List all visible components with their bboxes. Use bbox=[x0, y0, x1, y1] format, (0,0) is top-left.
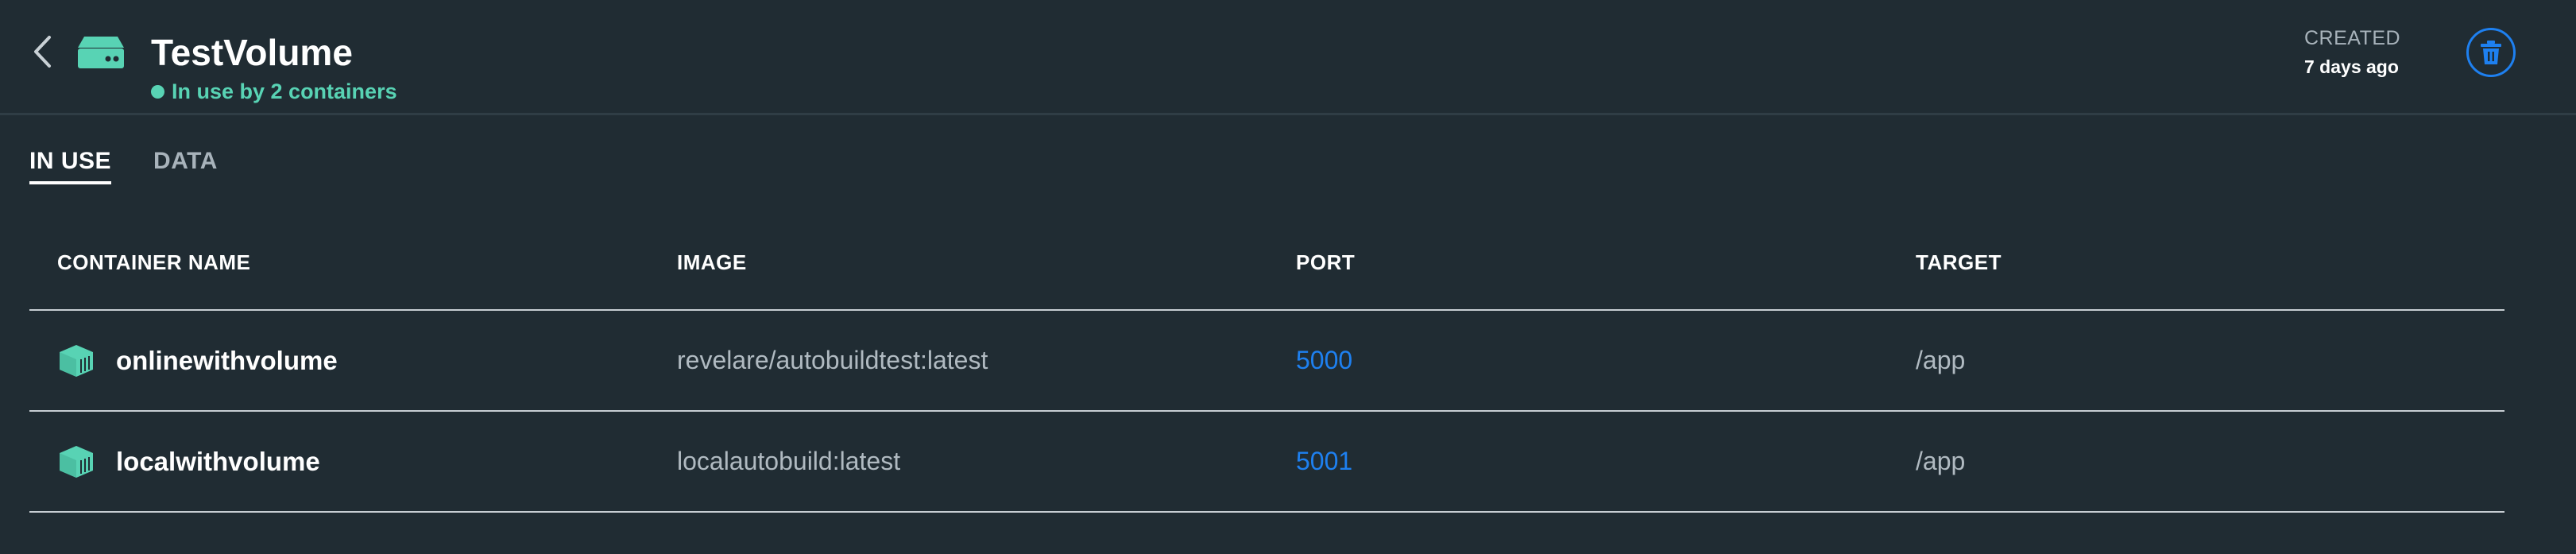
column-header-image: IMAGE bbox=[677, 250, 747, 274]
target-cell: /app bbox=[1916, 346, 1966, 374]
status-text: In use by 2 containers bbox=[172, 79, 397, 103]
column-header-container-name: CONTAINER NAME bbox=[57, 250, 251, 274]
created-value: 7 days ago bbox=[2304, 56, 2399, 77]
status-dot-icon bbox=[151, 85, 164, 99]
page-title: TestVolume bbox=[151, 32, 353, 73]
status-indicator: In use by 2 containers bbox=[151, 79, 397, 104]
volume-header: TestVolume In use by 2 containers CREATE… bbox=[0, 0, 2576, 115]
tab-in-use[interactable]: IN USE bbox=[29, 148, 112, 184]
image-cell: localautobuild:latest bbox=[677, 447, 901, 475]
volume-drive-icon bbox=[78, 37, 124, 68]
back-button[interactable] bbox=[24, 32, 60, 72]
tab-bar: IN USE DATA bbox=[29, 148, 260, 184]
created-label: CREATED bbox=[2304, 27, 2401, 49]
container-name[interactable]: onlinewithvolume bbox=[116, 346, 338, 376]
table-row[interactable]: localwithvolume localautobuild:latest 50… bbox=[29, 412, 2504, 513]
tab-data[interactable]: DATA bbox=[153, 148, 218, 184]
table-row[interactable]: onlinewithvolume revelare/autobuildtest:… bbox=[29, 311, 2504, 412]
container-cube-icon bbox=[60, 344, 93, 377]
port-link[interactable]: 5001 bbox=[1296, 412, 1352, 511]
created-info: CREATED 7 days ago bbox=[2304, 24, 2438, 81]
delete-button[interactable] bbox=[2466, 28, 2516, 77]
containers-table: CONTAINER NAME IMAGE PORT TARGET onlinew… bbox=[29, 227, 2504, 513]
container-name-cell: localwithvolume bbox=[57, 412, 320, 511]
trash-icon bbox=[2481, 41, 2501, 64]
target-cell: /app bbox=[1916, 447, 1966, 475]
port-link[interactable]: 5000 bbox=[1296, 311, 1352, 410]
container-name[interactable]: localwithvolume bbox=[116, 447, 320, 477]
column-header-port: PORT bbox=[1296, 250, 1356, 274]
volume-detail-page: TestVolume In use by 2 containers CREATE… bbox=[0, 0, 2576, 554]
image-cell: revelare/autobuildtest:latest bbox=[677, 346, 988, 374]
chevron-left-icon bbox=[34, 36, 51, 68]
container-name-cell: onlinewithvolume bbox=[57, 311, 338, 410]
container-cube-icon bbox=[60, 445, 93, 478]
table-header: CONTAINER NAME IMAGE PORT TARGET bbox=[29, 227, 2504, 311]
column-header-target: TARGET bbox=[1916, 250, 2002, 274]
